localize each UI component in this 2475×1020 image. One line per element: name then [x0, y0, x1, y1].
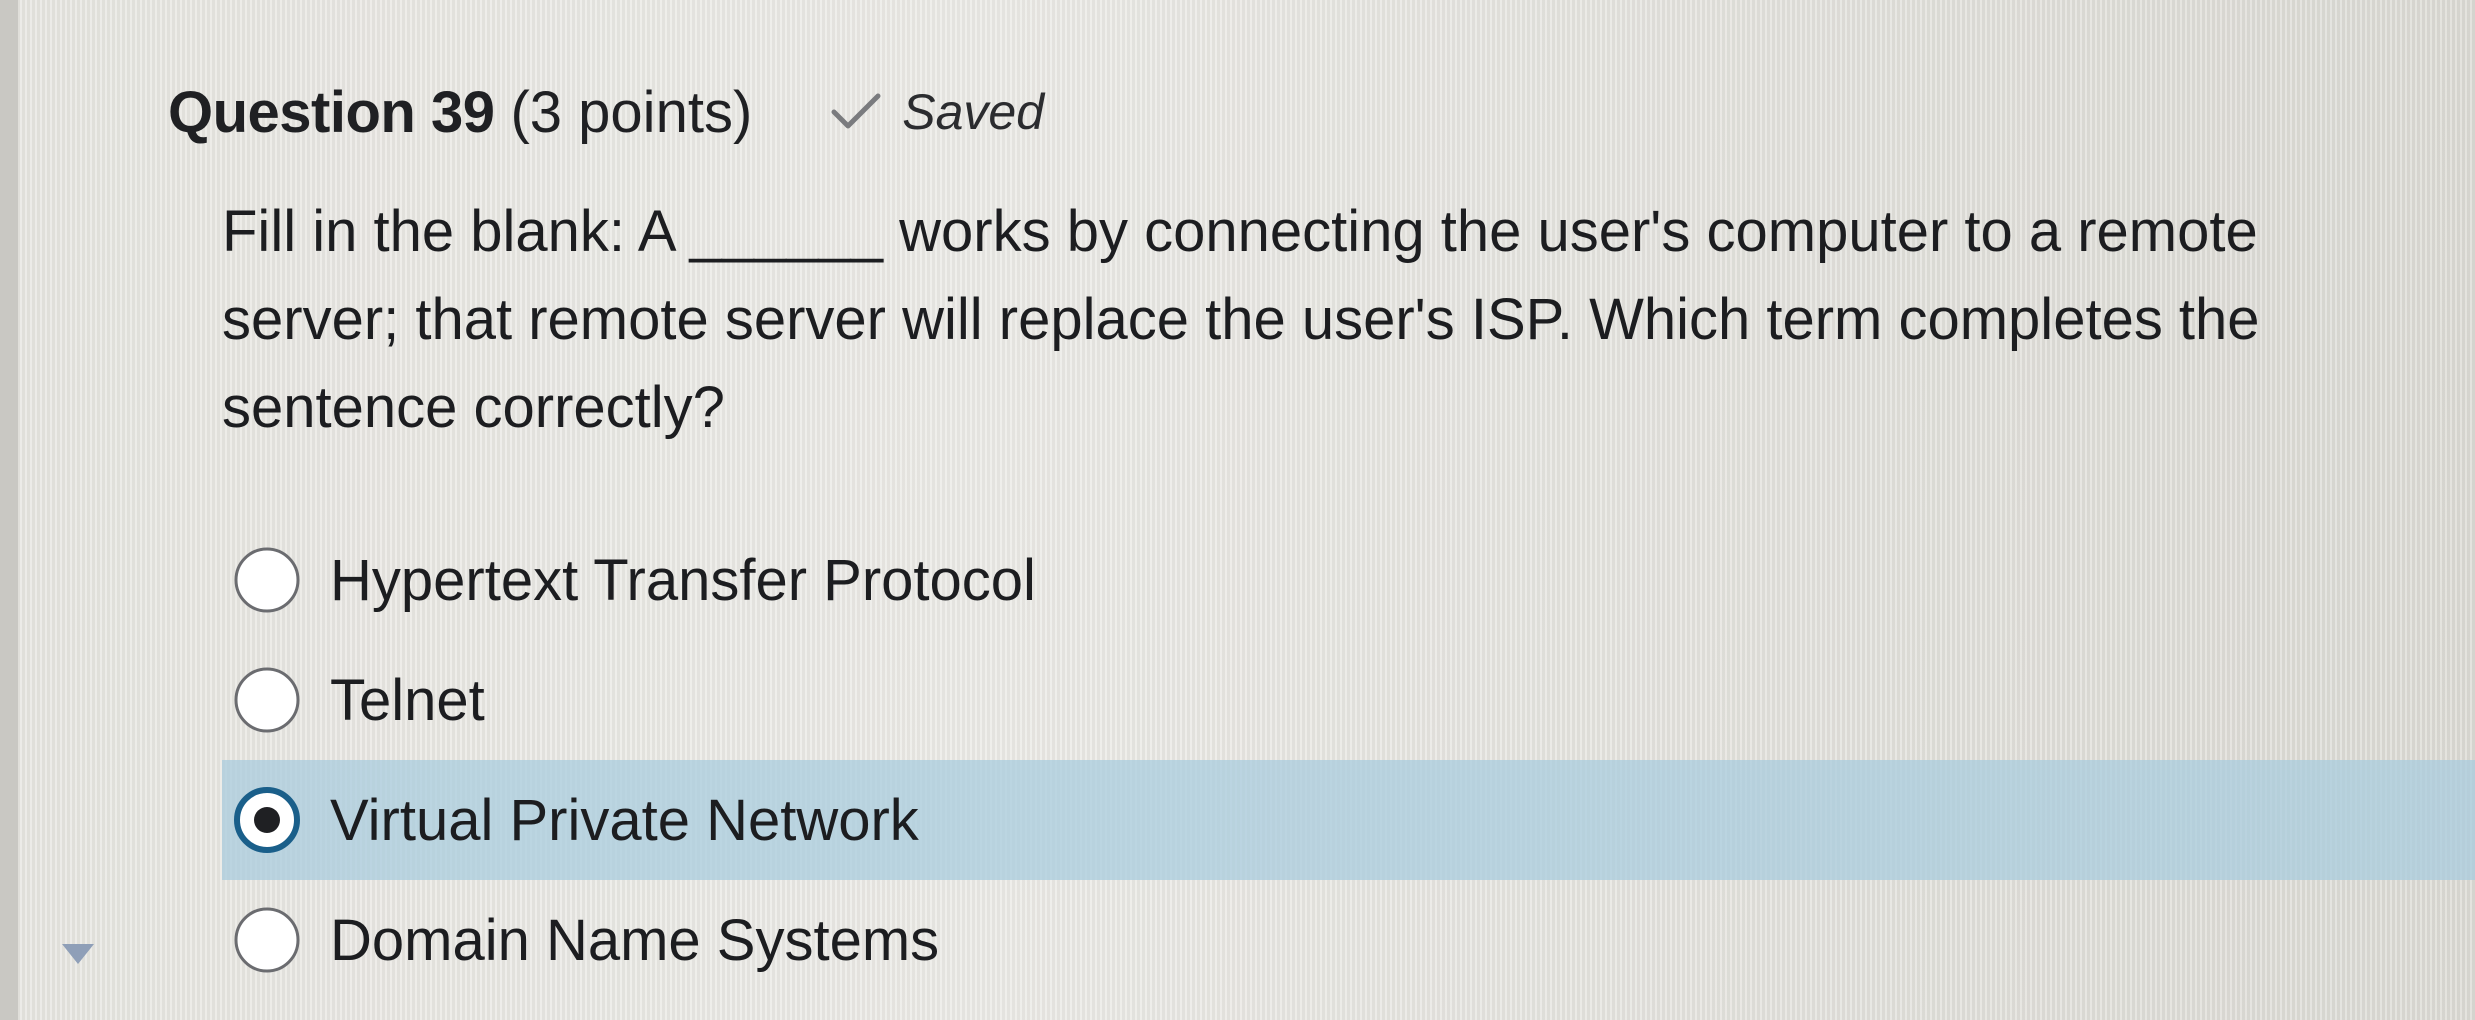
- answer-option-label: Domain Name Systems: [330, 907, 940, 973]
- saved-status: Saved: [830, 83, 1044, 141]
- saved-label: Saved: [902, 84, 1045, 140]
- question-title: Question 39: [168, 79, 495, 145]
- radio-unselected-icon[interactable]: [232, 665, 302, 735]
- radio-unselected-icon[interactable]: [232, 545, 302, 615]
- answer-option[interactable]: Hypertext Transfer Protocol: [222, 520, 2475, 640]
- answer-option-label: Telnet: [330, 667, 485, 733]
- question-header: Question 39 (3 points) Saved: [168, 72, 1044, 152]
- checkmark-icon: [831, 93, 881, 129]
- triangle-down-icon[interactable]: [60, 942, 96, 966]
- radio-unselected-icon[interactable]: [232, 905, 302, 975]
- answer-option-label: Virtual Private Network: [330, 787, 919, 853]
- answer-option-selected[interactable]: Virtual Private Network: [222, 760, 2475, 880]
- question-points: (3 points): [510, 79, 753, 145]
- question-text: Fill in the blank: A ______ works by con…: [222, 199, 2260, 440]
- radio-selected-icon[interactable]: [232, 785, 302, 855]
- left-edge-strip: [0, 0, 18, 1020]
- answer-option[interactable]: Telnet: [222, 640, 2475, 760]
- answer-option-label: Hypertext Transfer Protocol: [330, 547, 1036, 613]
- answer-option[interactable]: Domain Name Systems: [222, 880, 2475, 1000]
- answer-options: Hypertext Transfer Protocol Telnet Virtu…: [222, 520, 2475, 1000]
